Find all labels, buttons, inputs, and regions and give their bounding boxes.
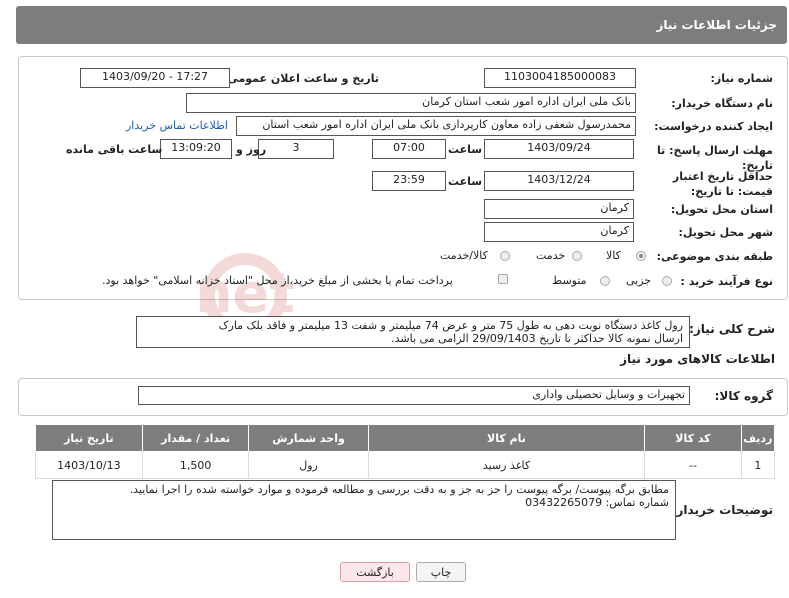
province-field: کرمان bbox=[484, 199, 634, 219]
need-number-field: 1103004185000083 bbox=[484, 68, 636, 88]
requester-field: محمدرسول شعفی زاده معاون کارپردازی بانک … bbox=[236, 116, 636, 136]
announce-label: تاریخ و ساعت اعلان عمومی: bbox=[222, 72, 379, 85]
buyer-notes-line-2: شماره تماس: 03432265079 bbox=[525, 496, 669, 509]
min-price-label: حداقل تاریخ اعتبار قیمت: تا تاریخ: bbox=[672, 170, 773, 198]
remaining-time-field: 13:09:20 bbox=[160, 139, 232, 159]
buyer-notes-line-1: مطابق برگه پیوست/ برگه پیوست را جز به جز… bbox=[129, 483, 669, 496]
buyer-contact-link[interactable]: اطلاعات تماس خریدار bbox=[126, 119, 228, 132]
goods-section-title: اطلاعات کالاهای مورد نیاز bbox=[620, 352, 775, 366]
process-label: نوع فرآیند خرید : bbox=[680, 275, 773, 288]
print-button[interactable]: چاپ bbox=[416, 562, 466, 582]
requester-label: ایجاد کننده درخواست: bbox=[654, 120, 773, 133]
cell-row: 1 bbox=[740, 451, 776, 479]
summary-textbox: رول کاغذ دستگاه نوبت دهی به طول 75 متر و… bbox=[136, 316, 690, 348]
payment-checkbox[interactable] bbox=[498, 274, 508, 284]
col-date: تاریخ نیاز bbox=[35, 424, 143, 452]
col-qty: تعداد / مقدار bbox=[141, 424, 250, 452]
col-row: ردیف bbox=[740, 424, 776, 452]
summary-line-1: رول کاغذ دستگاه نوبت دهی به طول 75 متر و… bbox=[218, 319, 683, 332]
col-name: نام کالا bbox=[367, 424, 646, 452]
col-unit: واحد شمارش bbox=[248, 424, 369, 452]
min-price-time-label: ساعت bbox=[448, 175, 483, 188]
days-label: روز و bbox=[236, 143, 267, 156]
process-radio-minor[interactable] bbox=[662, 276, 672, 286]
back-button[interactable]: بازگشت bbox=[340, 562, 410, 582]
city-label: شهر محل تحویل: bbox=[678, 226, 773, 239]
cell-qty: 1,500 bbox=[141, 451, 250, 479]
cell-date: 1403/10/13 bbox=[35, 451, 143, 479]
page-title: جزئیات اطلاعات نیاز bbox=[656, 18, 777, 32]
cell-code: -- bbox=[644, 451, 742, 479]
buyer-org-label: نام دستگاه خریدار: bbox=[671, 97, 773, 110]
process-option-minor: جزیی bbox=[626, 274, 652, 287]
summary-line-2: ارسال نمونه کالا حداکثر تا تاریخ 29/09/1… bbox=[391, 332, 683, 345]
goods-group-label: گروه کالا: bbox=[714, 389, 773, 403]
category-option-goods: کالا bbox=[606, 249, 621, 262]
city-field: کرمان bbox=[484, 222, 634, 242]
category-radio-service[interactable] bbox=[572, 251, 582, 261]
category-option-both: کالا/خدمت bbox=[440, 249, 488, 262]
buyer-notes-label: توضیحات خریدار: bbox=[671, 503, 773, 517]
deadline-time-field: 07:00 bbox=[372, 139, 446, 159]
province-label: استان محل تحویل: bbox=[670, 203, 773, 216]
page-title-bar: جزئیات اطلاعات نیاز bbox=[16, 6, 787, 44]
buyer-notes-textbox: مطابق برگه پیوست/ برگه پیوست را جز به جز… bbox=[52, 480, 676, 540]
col-code: کد کالا bbox=[644, 424, 742, 452]
cell-name: کاغذ رسید bbox=[367, 451, 646, 479]
min-price-time-field: 23:59 bbox=[372, 171, 446, 191]
goods-group-field: تجهیزات و وسایل تحصیلی واداری bbox=[138, 386, 690, 405]
deadline-time-label: ساعت bbox=[448, 143, 483, 156]
category-label: طبقه بندی موضوعی: bbox=[656, 250, 773, 263]
category-option-service: خدمت bbox=[536, 249, 566, 262]
summary-label: شرح کلی نیاز: bbox=[689, 322, 775, 336]
min-price-date-field: 1403/12/24 bbox=[484, 171, 634, 191]
need-number-label: شماره نیاز: bbox=[710, 72, 773, 85]
deadline-date-field: 1403/09/24 bbox=[484, 139, 634, 159]
remaining-label: ساعت باقی مانده bbox=[66, 143, 163, 156]
table-header-row: ردیف کد کالا نام کالا واحد شمارش تعداد /… bbox=[35, 424, 776, 452]
days-field: 3 bbox=[258, 139, 334, 159]
payment-note: پرداخت تمام یا بخشی از مبلغ خرید،از محل … bbox=[102, 274, 453, 287]
table-row: 1 -- کاغذ رسید رول 1,500 1403/10/13 bbox=[35, 451, 776, 479]
category-radio-both[interactable] bbox=[500, 251, 510, 261]
process-option-medium: متوسط bbox=[552, 274, 587, 287]
cell-unit: رول bbox=[248, 451, 369, 479]
announce-field: 1403/09/20 - 17:27 bbox=[80, 68, 230, 88]
category-radio-goods[interactable] bbox=[636, 251, 646, 261]
buyer-org-field: بانک ملی ایران اداره امور شعب استان کرما… bbox=[186, 93, 636, 113]
goods-table: ردیف کد کالا نام کالا واحد شمارش تعداد /… bbox=[35, 424, 776, 479]
process-radio-medium[interactable] bbox=[600, 276, 610, 286]
